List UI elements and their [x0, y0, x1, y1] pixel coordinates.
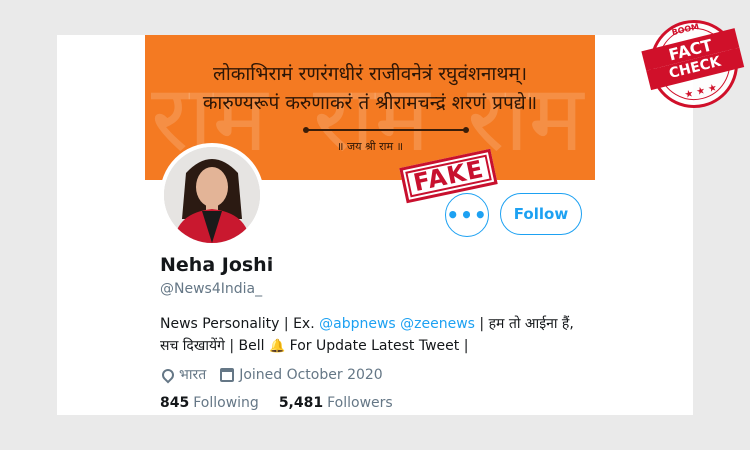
follow-button[interactable]: Follow [500, 193, 582, 235]
location-text: भारत [179, 367, 207, 383]
calendar-icon [220, 367, 235, 382]
bio-text: For Update Latest Tweet | [285, 338, 469, 354]
mention-link-zeenews[interactable]: @zeenews [400, 316, 475, 332]
avatar-photo [164, 147, 260, 243]
following-label: Following [193, 395, 259, 411]
followers-link[interactable]: 5,481 Followers [279, 395, 393, 411]
more-options-button[interactable]: ••• [445, 193, 489, 237]
banner-divider [303, 127, 469, 133]
banner-verse-line-2: कारुण्यरूपं करुणाकरं तं श्रीरामचन्द्रं श… [202, 92, 538, 114]
mention-link-abpnews[interactable]: @abpnews [319, 316, 396, 332]
followers-count: 5,481 [278, 395, 324, 411]
followers-label: Followers [327, 395, 393, 411]
following-count: 845 [160, 395, 190, 411]
profile-card: राम राम राम लोकाभिरामं रणरंगधीरं राजीवने… [57, 35, 693, 415]
profile-bio: News Personality | Ex. @abpnews @zeenews… [160, 313, 580, 358]
location: भारत [159, 365, 207, 384]
avatar[interactable] [160, 143, 264, 247]
join-date-text: Joined October 2020 [239, 366, 383, 383]
join-date: Joined October 2020 [220, 367, 383, 383]
following-link[interactable]: 845 Following [160, 395, 259, 411]
location-pin-icon [159, 366, 177, 383]
profile-handle: @News4India_ [160, 281, 263, 297]
banner-verse-line-1: लोकाभिरामं रणरंगधीरं राजीवनेत्रं रघुवंशन… [212, 63, 528, 85]
bell-icon: 🔔 [269, 339, 286, 354]
profile-name: Neha Joshi [160, 254, 274, 276]
profile-meta: भारत Joined October 2020 [159, 365, 397, 384]
bio-text: News Personality | Ex. [160, 316, 320, 332]
profile-stats: 845 Following 5,481 Followers [160, 395, 413, 411]
